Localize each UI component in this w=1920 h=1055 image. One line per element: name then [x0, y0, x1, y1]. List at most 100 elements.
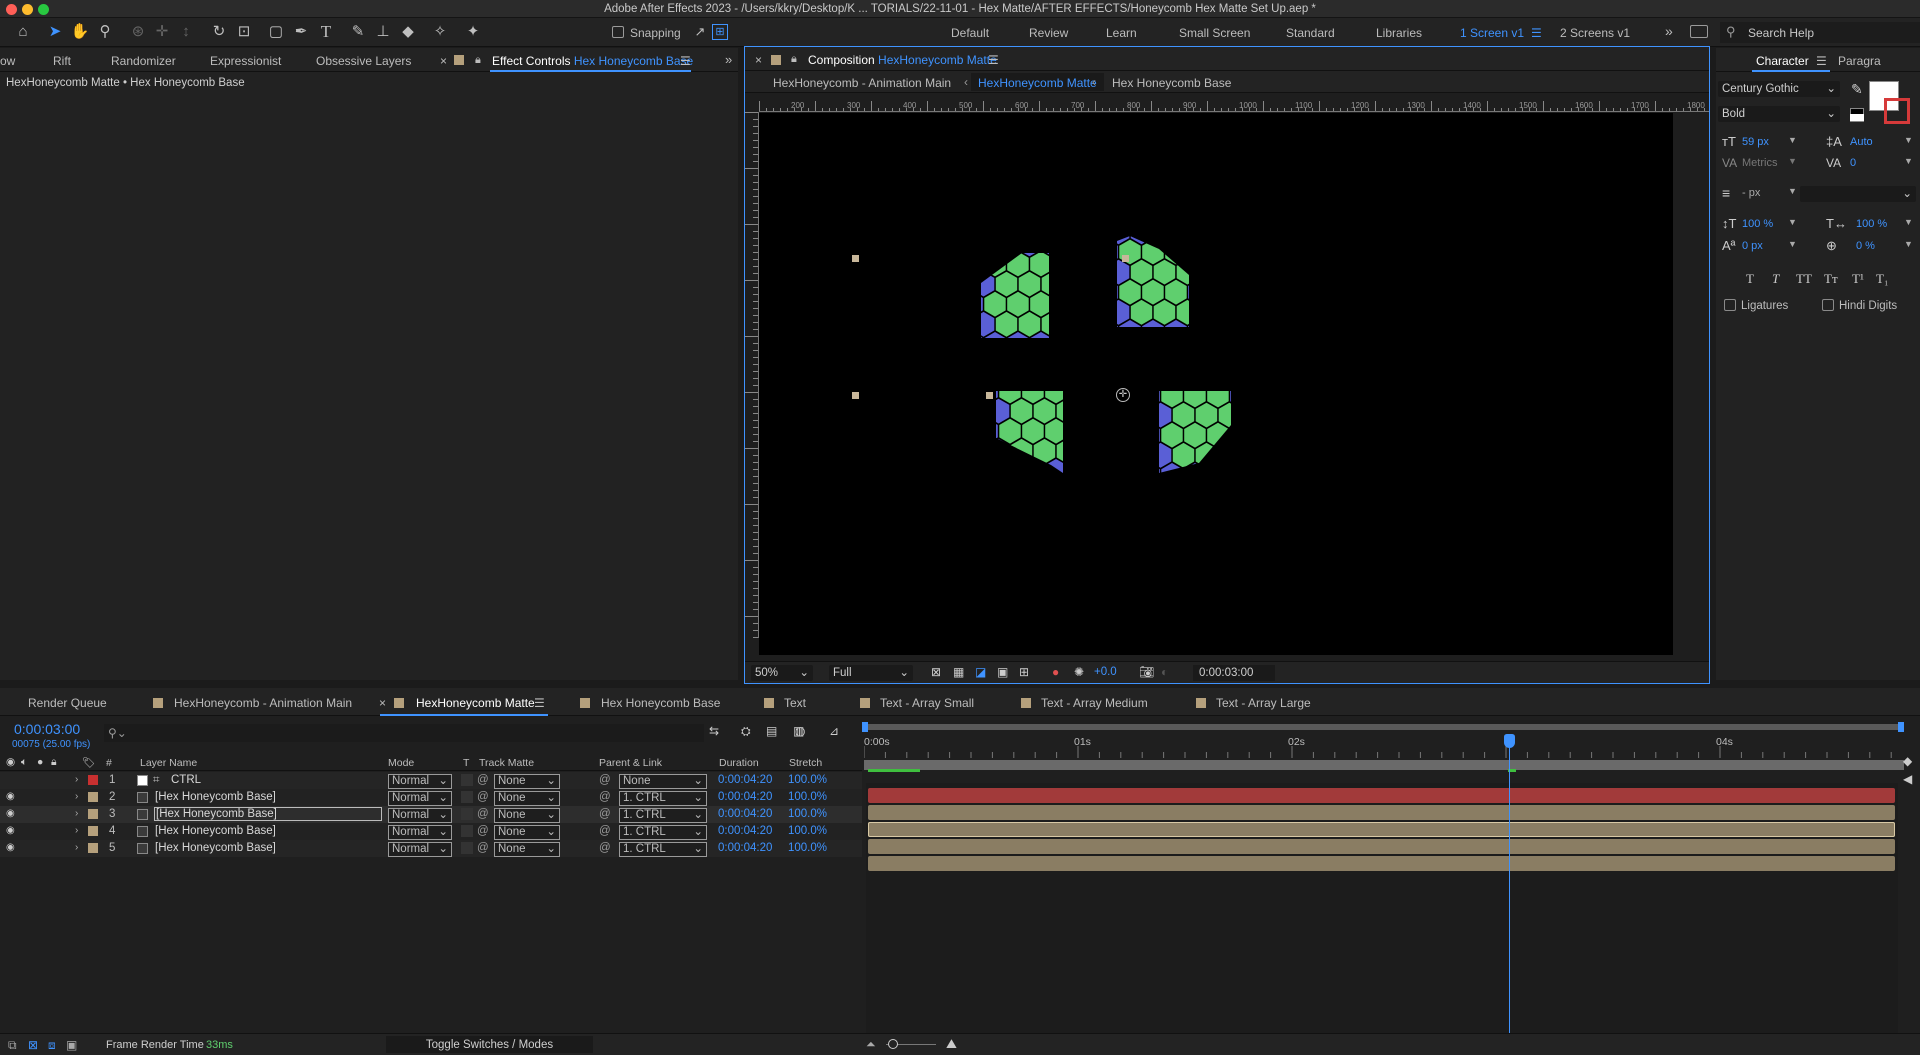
- close-tab-icon[interactable]: ×: [440, 54, 447, 68]
- keyboard-icon[interactable]: [1690, 25, 1708, 38]
- viewer-timecode[interactable]: 0:00:03:00: [1193, 665, 1275, 681]
- breadcrumb-base[interactable]: Hex Honeycomb Base: [1112, 76, 1231, 90]
- channel-icon[interactable]: ●: [1052, 665, 1059, 679]
- parent-dropdown[interactable]: 1. CTRL ⌄: [619, 842, 707, 857]
- font-family-dropdown[interactable]: Century Gothic ⌄: [1718, 81, 1840, 97]
- chevron-down-icon[interactable]: ▼: [1788, 156, 1797, 166]
- matte-pickwhip-icon[interactable]: @: [477, 808, 489, 820]
- tracking-value[interactable]: 0: [1850, 157, 1856, 169]
- tab-ow[interactable]: ow: [0, 54, 15, 68]
- tsume-value[interactable]: 0 %: [1856, 240, 1875, 252]
- visibility-eye-icon[interactable]: ◉: [6, 791, 15, 802]
- orbit-tool-icon[interactable]: ⊛: [128, 22, 148, 42]
- track-matte-dropdown[interactable]: None ⌄: [494, 774, 560, 789]
- navigator-start-handle[interactable]: [862, 722, 868, 732]
- layer-duration[interactable]: 0:00:04:20: [718, 825, 772, 837]
- comp-flowchart-icon[interactable]: ⧈: [48, 1038, 56, 1053]
- dolly-tool-icon[interactable]: ↕: [176, 22, 196, 42]
- clone-stamp-tool-icon[interactable]: ⊥: [373, 22, 393, 42]
- layer-stretch[interactable]: 100.0%: [788, 808, 827, 820]
- kerning-value[interactable]: Metrics: [1742, 157, 1777, 169]
- snapping-checkbox[interactable]: [612, 26, 624, 38]
- zoom-window-button[interactable]: [38, 4, 49, 15]
- tab-render-queue[interactable]: Render Queue: [28, 696, 107, 710]
- close-comp-tab-icon[interactable]: ×: [755, 53, 762, 67]
- layer-search-input[interactable]: ⚲⌄: [104, 724, 704, 742]
- workspace-small-screen[interactable]: Small Screen: [1179, 26, 1250, 40]
- close-window-button[interactable]: [6, 4, 17, 15]
- expand-twirl-icon[interactable]: ›: [75, 808, 78, 819]
- chevron-down-icon[interactable]: ▼: [1904, 239, 1913, 249]
- stroke-width-value[interactable]: - px: [1742, 187, 1760, 199]
- workspace-2-screens-v1[interactable]: 2 Screens v1: [1560, 26, 1630, 40]
- selection-tool-icon[interactable]: ➤: [45, 22, 65, 42]
- horizontal-scale-value[interactable]: 100 %: [1856, 218, 1887, 230]
- shy-layers-icon[interactable]: ▤: [766, 724, 777, 738]
- layer-stretch[interactable]: 100.0%: [788, 774, 827, 786]
- zoom-out-icon[interactable]: ⏶: [866, 1037, 876, 1052]
- faux-italic-button[interactable]: T: [1772, 271, 1779, 287]
- layer-duration[interactable]: 0:00:04:20: [718, 774, 772, 786]
- tab-effect-controls[interactable]: Effect Controls Hex Honeycomb Base: [492, 54, 693, 68]
- expand-twirl-icon[interactable]: ›: [75, 774, 78, 785]
- comp-lock-icon[interactable]: 🔒︎: [791, 53, 797, 66]
- layer-mode-dropdown[interactable]: Normal ⌄: [388, 808, 452, 823]
- parent-pickwhip-icon[interactable]: @: [599, 808, 611, 820]
- workspace-menu-icon[interactable]: ☰: [1531, 26, 1542, 40]
- rotate-tool-icon[interactable]: ↻: [209, 22, 229, 42]
- pan-tool-icon[interactable]: ✛: [152, 22, 172, 42]
- preserve-transparency-toggle[interactable]: [461, 791, 473, 803]
- workspace-standard[interactable]: Standard: [1286, 26, 1335, 40]
- mask-visibility-icon[interactable]: ◪: [975, 665, 986, 679]
- parent-pickwhip-icon[interactable]: @: [599, 774, 611, 786]
- tab-composition[interactable]: Composition HexHoneycomb Matte: [808, 53, 997, 67]
- tab-paragraph[interactable]: Paragra: [1838, 54, 1881, 68]
- home-icon[interactable]: ⌂: [13, 22, 33, 42]
- leading-value[interactable]: Auto: [1850, 136, 1873, 148]
- workspace-overflow-icon[interactable]: »: [1665, 23, 1673, 39]
- visibility-eye-icon[interactable]: ◉: [6, 825, 15, 836]
- track-matte-dropdown[interactable]: None ⌄: [494, 825, 560, 840]
- work-area-bar[interactable]: [864, 760, 1904, 770]
- layer-label-color[interactable]: [88, 826, 98, 836]
- audio-icon[interactable]: 🔈︎: [21, 756, 27, 769]
- tab-randomizer[interactable]: Randomizer: [111, 54, 176, 68]
- layer-duration[interactable]: 0:00:04:20: [718, 791, 772, 803]
- parent-dropdown[interactable]: 1. CTRL ⌄: [619, 791, 707, 806]
- layer-label-color[interactable]: [88, 792, 98, 802]
- tab-text[interactable]: Text: [784, 696, 806, 710]
- panel-menu-icon[interactable]: ☰: [680, 54, 691, 68]
- minimize-window-button[interactable]: [22, 4, 33, 15]
- expand-twirl-icon[interactable]: ›: [75, 842, 78, 853]
- chevron-down-icon[interactable]: ▼: [1788, 135, 1797, 145]
- layer-label-color[interactable]: [88, 809, 98, 819]
- matte-pickwhip-icon[interactable]: @: [477, 842, 489, 854]
- small-caps-button[interactable]: Tт: [1824, 271, 1838, 287]
- hand-tool-icon[interactable]: ✋: [70, 22, 90, 42]
- layer-handle[interactable]: [986, 392, 993, 399]
- composition-viewer[interactable]: ✛: [759, 113, 1673, 655]
- workspace-review[interactable]: Review: [1029, 26, 1068, 40]
- layer-duration-bar[interactable]: [868, 805, 1895, 820]
- matte-pickwhip-icon[interactable]: @: [477, 825, 489, 837]
- pen-tool-icon[interactable]: ✒: [291, 22, 311, 42]
- preserve-transparency-toggle[interactable]: [461, 842, 473, 854]
- workspace-default[interactable]: Default: [951, 26, 989, 40]
- motion-blur-icon[interactable]: ◍: [795, 724, 805, 738]
- keyframe-navigator-icon[interactable]: ◆: [1903, 754, 1912, 768]
- lock-icon[interactable]: 🔒︎: [475, 54, 481, 67]
- playhead-handle[interactable]: [1504, 734, 1515, 748]
- stroke-color-swatch[interactable]: [1884, 98, 1910, 124]
- workspace-libraries[interactable]: Libraries: [1376, 26, 1422, 40]
- comp-mini-flowchart-icon[interactable]: ⇆: [709, 724, 719, 738]
- tab-expressionist[interactable]: Expressionist: [210, 54, 281, 68]
- layer-duration-bar[interactable]: [868, 856, 1895, 871]
- eyedropper-icon[interactable]: ✎: [1851, 81, 1863, 98]
- panel-overflow-icon[interactable]: »: [725, 52, 732, 67]
- workspace-learn[interactable]: Learn: [1106, 26, 1137, 40]
- type-tool-icon[interactable]: T: [316, 22, 336, 42]
- layer-mode-dropdown[interactable]: Normal ⌄: [388, 825, 452, 840]
- snap-edges-icon[interactable]: ⊞: [712, 24, 728, 40]
- zoom-tool-icon[interactable]: ⚲: [95, 22, 115, 42]
- parent-dropdown[interactable]: 1. CTRL ⌄: [619, 825, 707, 840]
